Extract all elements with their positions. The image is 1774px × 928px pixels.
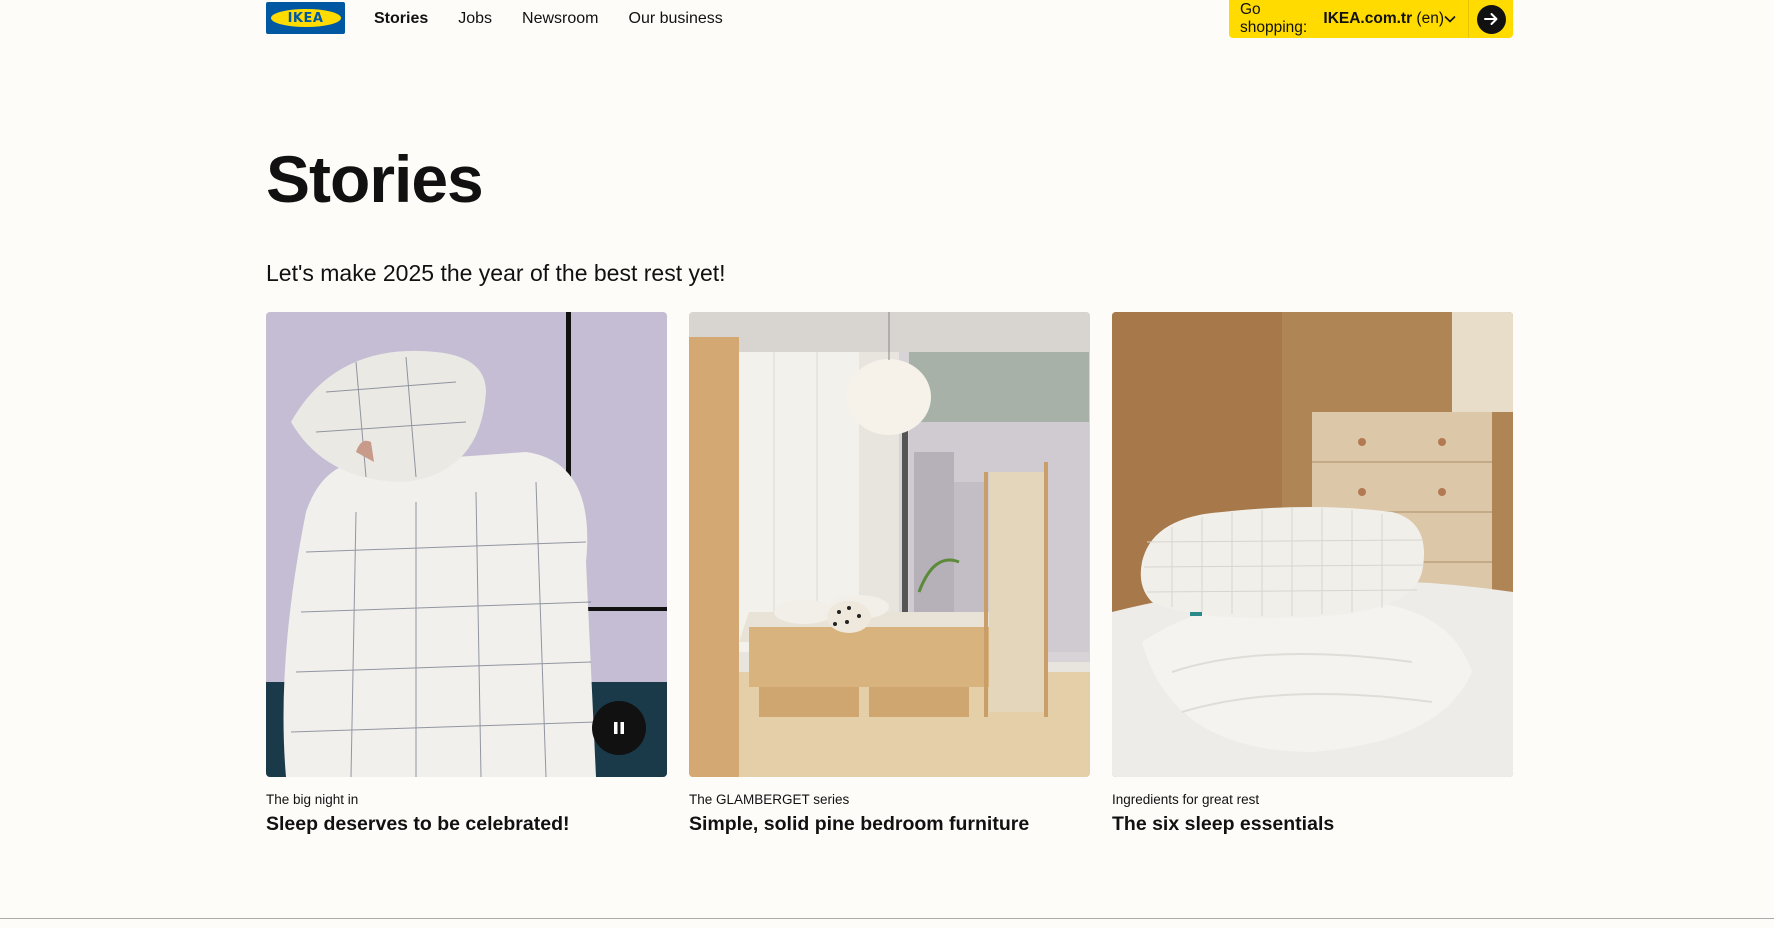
story-card[interactable]: The big night in Sleep deserves to be ce…: [266, 312, 667, 837]
page-subtitle: Let's make 2025 the year of the best res…: [266, 260, 726, 286]
card-title[interactable]: The six sleep essentials: [1112, 811, 1513, 837]
card-image[interactable]: [1112, 312, 1513, 777]
page-title: Stories: [266, 142, 484, 216]
shop-site: IKEA.com.tr: [1323, 10, 1413, 27]
nav-item-our-business[interactable]: Our business: [629, 8, 723, 30]
pause-icon: [614, 722, 624, 734]
card-video[interactable]: [266, 312, 667, 777]
shop-prefix: Go shopping:: [1240, 1, 1308, 36]
ikea-logo[interactable]: IKEA: [266, 2, 345, 34]
story-cards: The big night in Sleep deserves to be ce…: [266, 312, 1513, 837]
go-shopping-widget: Go shopping: IKEA.com.tr (en): [1229, 0, 1513, 38]
go-shopping-button[interactable]: [1469, 0, 1513, 38]
shop-lang: (en): [1416, 10, 1444, 27]
footer-divider: [0, 918, 1774, 919]
site-header: IKEA Stories Jobs Newsroom Our business …: [266, 0, 1513, 40]
nav-item-stories[interactable]: Stories: [374, 8, 428, 30]
card-eyebrow: The big night in: [266, 792, 359, 807]
pause-button[interactable]: [592, 701, 646, 755]
main-nav: Stories Jobs Newsroom Our business: [374, 8, 753, 30]
chevron-down-icon: [1444, 12, 1456, 26]
nav-item-jobs[interactable]: Jobs: [458, 8, 492, 30]
card-title[interactable]: Simple, solid pine bedroom furniture: [689, 811, 1090, 837]
story-card[interactable]: The GLAMBERGET series Simple, solid pine…: [689, 312, 1090, 837]
card-eyebrow: Ingredients for great rest: [1112, 792, 1260, 807]
card-title[interactable]: Sleep deserves to be celebrated!: [266, 811, 667, 837]
story-card[interactable]: Ingredients for great rest The six sleep…: [1112, 312, 1513, 837]
card-image[interactable]: [689, 312, 1090, 777]
arrow-right-icon: [1476, 4, 1506, 34]
market-selector[interactable]: Go shopping: IKEA.com.tr (en): [1229, 0, 1469, 38]
nav-item-newsroom[interactable]: Newsroom: [522, 8, 598, 30]
logo-text: IKEA: [270, 9, 341, 27]
card-eyebrow: The GLAMBERGET series: [689, 792, 850, 807]
